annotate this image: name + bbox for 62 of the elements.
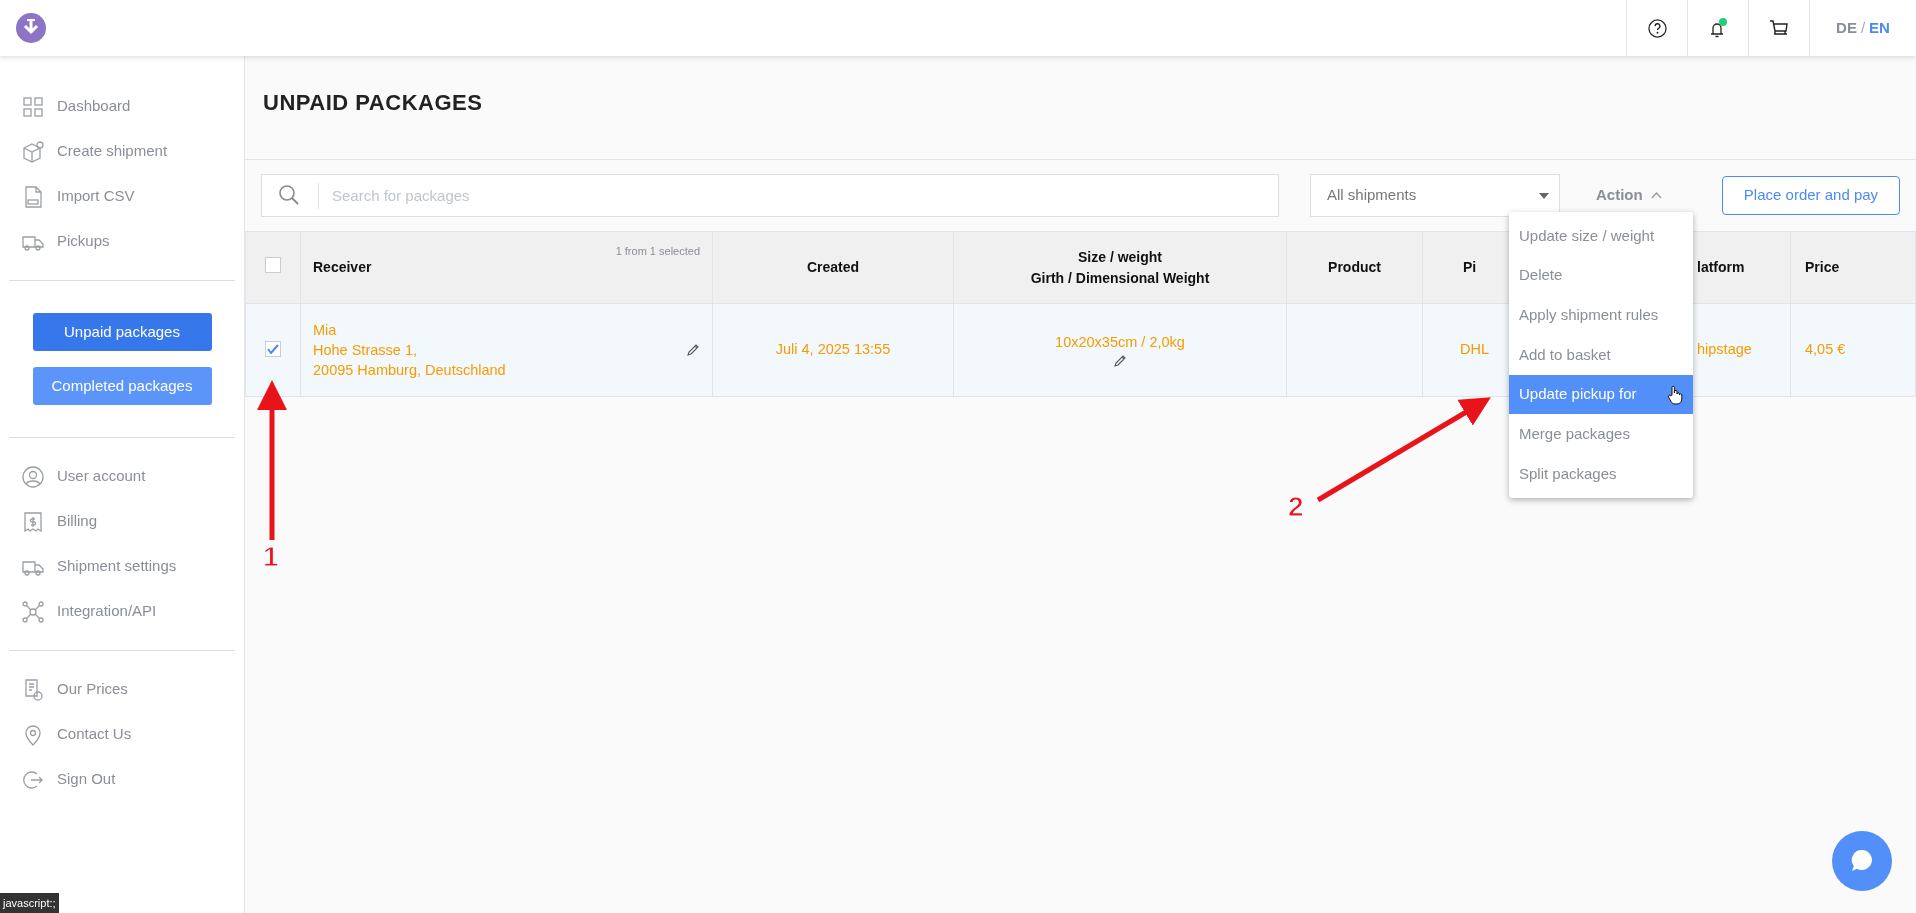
row-checkbox[interactable] (265, 341, 281, 358)
sidebar-item[interactable]: Sign Out (0, 757, 244, 802)
search-icon (278, 184, 300, 206)
column-header: Created (806, 259, 860, 275)
sidebar-item[interactable]: Shipment settings (0, 544, 244, 589)
help-icon[interactable] (1647, 18, 1667, 38)
size-weight: 10x20x35cm / 2,0kg (1055, 333, 1185, 353)
edit-pencil-icon[interactable] (1113, 353, 1127, 368)
column-header: Product (1328, 259, 1381, 275)
selection-count: 1 from 1 selected (615, 244, 700, 259)
column-header: latform (1697, 259, 1745, 275)
sidebar-button[interactable]: Completed packages (32, 367, 212, 405)
chat-button[interactable] (1832, 831, 1892, 891)
cart-icon[interactable] (1769, 18, 1789, 38)
action-dropdown[interactable]: Action (1590, 183, 1668, 208)
annotation-number: 1 (263, 541, 279, 572)
price: 4,05 € (1805, 341, 1846, 358)
chevron-icon (1650, 192, 1662, 199)
menu-item[interactable]: Merge packages (1509, 414, 1693, 455)
grid-icon (21, 94, 45, 119)
menu-item[interactable]: Apply shipment rules (1509, 295, 1693, 336)
menu-item[interactable]: Update pickup for (1509, 374, 1693, 415)
shipment-filter-dropdown[interactable]: All shipments (1310, 174, 1560, 217)
edit-pencil-icon[interactable] (686, 343, 700, 357)
menu-item[interactable]: Update size / weight (1509, 216, 1693, 256)
receipt-icon (21, 509, 45, 534)
receiver-address: Mia Hohe Strasse 1, 20095 Hamburg, Deutschland (313, 321, 506, 380)
sidebar-item[interactable]: Billing (0, 499, 244, 544)
language-link[interactable]: DE (1836, 16, 1857, 40)
created-date: Juli 4, 2025 13:55 (775, 341, 891, 358)
sidebar-item[interactable]: Create shipment (0, 129, 244, 174)
sidebar-item[interactable]: Pickups (0, 219, 244, 264)
sidebar-item[interactable]: User account (0, 454, 244, 499)
page-title: UNPAID PACKAGES (263, 90, 483, 115)
search-field[interactable]: Search for packages (261, 174, 1279, 217)
carrier: DHL (1460, 341, 1489, 358)
select-all-checkbox[interactable] (265, 256, 281, 273)
place-order-button[interactable]: Place order and pay (1722, 176, 1900, 215)
logo-icon[interactable] (16, 13, 46, 43)
sidebar-item[interactable]: Import CSV (0, 174, 244, 219)
column-header: Pi (1463, 259, 1477, 275)
column-header: Size / weight Girth / Dimensional Weight (1030, 248, 1210, 286)
menu-item[interactable]: Delete (1509, 255, 1693, 296)
menu-item[interactable]: Split packages (1509, 454, 1693, 494)
language-link[interactable]: EN (1869, 16, 1890, 40)
annotation-number: 2 (1288, 491, 1304, 522)
status-tooltip: javascript:; (0, 892, 59, 913)
network-icon (21, 599, 45, 624)
user-icon (21, 464, 45, 489)
box-icon (21, 139, 45, 164)
hand-cursor-icon (1667, 384, 1683, 405)
column-header: Price (1805, 259, 1840, 275)
sidebar-button[interactable]: Unpaid packages (32, 313, 212, 351)
language-separator: / (1860, 17, 1866, 38)
platform: hipstage (1697, 341, 1752, 358)
sidebar-item[interactable]: Our Prices (0, 667, 244, 712)
column-header: Receiver (313, 258, 372, 277)
sidebar-item[interactable]: Dashboard (0, 84, 244, 129)
menu-item[interactable]: Add to basket (1509, 335, 1693, 375)
sidebar-item[interactable]: Contact Us (0, 712, 244, 757)
sidebar-item[interactable]: Integration/API (0, 589, 244, 634)
caret-icon (1539, 192, 1549, 199)
